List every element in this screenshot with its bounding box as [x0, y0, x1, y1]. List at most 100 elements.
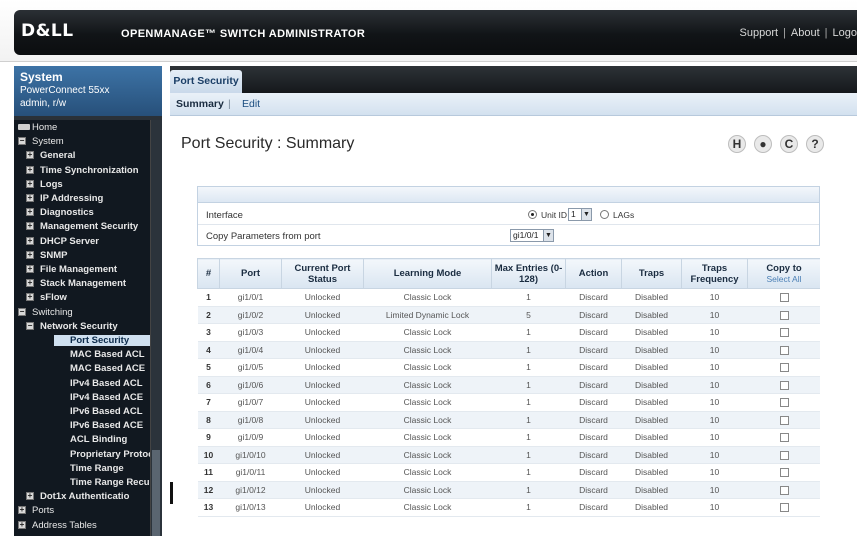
about-link[interactable]: About [791, 27, 820, 39]
copy-to-checkbox[interactable] [779, 485, 789, 495]
expand-icon[interactable]: + [26, 165, 34, 174]
home-icon [18, 124, 30, 130]
copy-to-checkbox[interactable] [779, 415, 789, 425]
table-cell: Classic Lock [363, 428, 492, 447]
refresh-icon[interactable]: C [780, 135, 798, 153]
copy-to-checkbox[interactable] [779, 433, 789, 443]
sidebar-item[interactable]: + SNMP [14, 250, 150, 261]
sidebar-item[interactable]: + Diagnostics [14, 207, 150, 218]
table-cell: Discard [565, 376, 622, 394]
copy-to-cell [747, 481, 820, 499]
expand-icon[interactable]: + [26, 236, 34, 245]
sidebar-item[interactable]: IPv6 Based ACE [14, 420, 150, 431]
sidebar-item[interactable]: MAC Based ACL [14, 349, 150, 360]
table-row: 12 gi1/0/12 Unlocked Classic Lock 1 Discard Di… [197, 481, 820, 499]
expand-icon[interactable]: + [18, 506, 26, 515]
expand-icon[interactable]: + [26, 208, 34, 217]
sidebar-item[interactable]: + Management Security [14, 221, 150, 232]
sidebar-item[interactable]: + General [14, 150, 150, 161]
expand-icon[interactable]: + [26, 194, 34, 202]
table-row: 4 gi1/0/4 Unlocked Classic Lock 1 Discard Disa… [197, 341, 820, 359]
lags-radio[interactable] [600, 210, 609, 219]
sidebar-item[interactable]: Time Range [14, 463, 150, 474]
sidebar-item[interactable]: + DHCP Server [14, 236, 150, 247]
help-icon[interactable]: ? [806, 135, 824, 153]
expand-icon[interactable]: + [26, 222, 34, 231]
sidebar-item-label: IPv6 Based ACL [70, 406, 143, 417]
table-cell: Discard [565, 306, 622, 324]
sidebar-item[interactable]: + Logs [14, 179, 150, 190]
expand-icon[interactable]: + [26, 151, 34, 160]
sidebar-item[interactable]: IPv6 Based ACL [14, 406, 150, 417]
copy-to-checkbox[interactable] [779, 503, 789, 513]
sidebar-item[interactable]: Port Security [54, 335, 150, 346]
expand-icon[interactable]: + [26, 250, 34, 259]
copy-to-checkbox[interactable] [779, 363, 789, 373]
sidebar-item[interactable]: + sFlow [14, 292, 150, 303]
table-cell: Unlocked [281, 341, 364, 359]
copy-to-checkbox[interactable] [779, 450, 789, 460]
sidebar-item[interactable]: + Stack Management [14, 278, 150, 289]
table-cell: Disabled [621, 481, 682, 499]
pane-splitter[interactable] [170, 482, 173, 504]
sidebar-item[interactable]: − System [14, 136, 150, 147]
table-cell: 10 [681, 463, 748, 482]
copy-to-checkbox[interactable] [779, 310, 789, 320]
sidebar-item[interactable]: + IP Addressing [14, 193, 150, 204]
sidebar-item[interactable]: Home [14, 122, 150, 133]
expand-icon[interactable]: + [18, 520, 26, 529]
copy-params-row: Copy Parameters from port gi1/0/1 ▼ [198, 225, 819, 246]
sidebar-item[interactable]: + Address Tables [14, 520, 150, 531]
table-cell: 2 [197, 306, 220, 324]
collapse-icon[interactable]: − [18, 307, 26, 316]
interface-row: Interface Unit ID 1 ▼ LAGs [198, 204, 819, 225]
nav-tree-scroll-thumb[interactable] [152, 450, 160, 536]
sidebar-item[interactable]: − Switching [14, 307, 150, 318]
sidebar-item[interactable]: Time Range Recu [14, 477, 150, 488]
sidebar-item[interactable]: IPv4 Based ACE [14, 392, 150, 403]
link-separator: | [783, 27, 786, 39]
subtab-summary[interactable]: Summary [176, 98, 224, 110]
subtab-edit[interactable]: Edit [242, 98, 260, 110]
sidebar-item[interactable]: IPv4 Based ACL [14, 378, 150, 389]
sidebar-item-label: Time Range Recu [70, 477, 150, 488]
table-cell: gi1/0/2 [219, 306, 282, 324]
expand-icon[interactable]: + [26, 293, 34, 302]
collapse-icon[interactable]: − [26, 321, 34, 330]
sidebar-item[interactable]: ACL Binding [14, 434, 150, 445]
copy-params-select[interactable]: gi1/0/1 ▼ [510, 229, 554, 242]
sidebar-item[interactable]: + Ports [14, 505, 150, 516]
collapse-icon[interactable]: − [18, 137, 26, 146]
sidebar-item[interactable]: MAC Based ACE [14, 363, 150, 374]
expand-icon[interactable]: + [26, 179, 34, 188]
unit-id-radio[interactable] [528, 210, 537, 219]
sidebar-item[interactable]: − Network Security [14, 321, 150, 332]
sidebar-item[interactable]: + Dot1x Authenticatio [14, 491, 150, 502]
sidebar-item-label: General [40, 150, 76, 162]
copy-to-checkbox[interactable] [779, 293, 789, 303]
table-cell: 1 [491, 376, 566, 394]
copy-to-checkbox[interactable] [779, 345, 789, 355]
sidebar-item[interactable]: + File Management [14, 264, 150, 275]
sidebar-item[interactable]: Proprietary Protocol [14, 449, 150, 460]
copy-to-checkbox[interactable] [779, 380, 789, 390]
support-link[interactable]: Support [740, 27, 779, 39]
unit-id-select[interactable]: 1 ▼ [568, 208, 592, 221]
sidebar-item[interactable]: + Time Synchronization [14, 165, 150, 176]
print-icon[interactable]: ● [754, 135, 772, 153]
tab-port-security[interactable]: Port Security [170, 70, 242, 93]
copy-to-checkbox[interactable] [779, 468, 789, 478]
copy-to-cell [747, 341, 820, 359]
table-cell: 10 [681, 288, 748, 307]
copy-to-checkbox[interactable] [779, 398, 789, 408]
select-all-link[interactable]: Select All [748, 274, 820, 285]
save-icon[interactable]: H [728, 135, 746, 153]
expand-icon[interactable]: + [26, 279, 34, 288]
logout-link[interactable]: Logo [833, 27, 857, 39]
copy-to-checkbox[interactable] [779, 328, 789, 338]
sidebar-item-label: Address Tables [32, 519, 97, 531]
sidebar-item-label: Time Synchronization [40, 164, 139, 176]
table-cell: gi1/0/4 [219, 341, 282, 359]
expand-icon[interactable]: + [26, 265, 34, 273]
expand-icon[interactable]: + [26, 492, 34, 501]
